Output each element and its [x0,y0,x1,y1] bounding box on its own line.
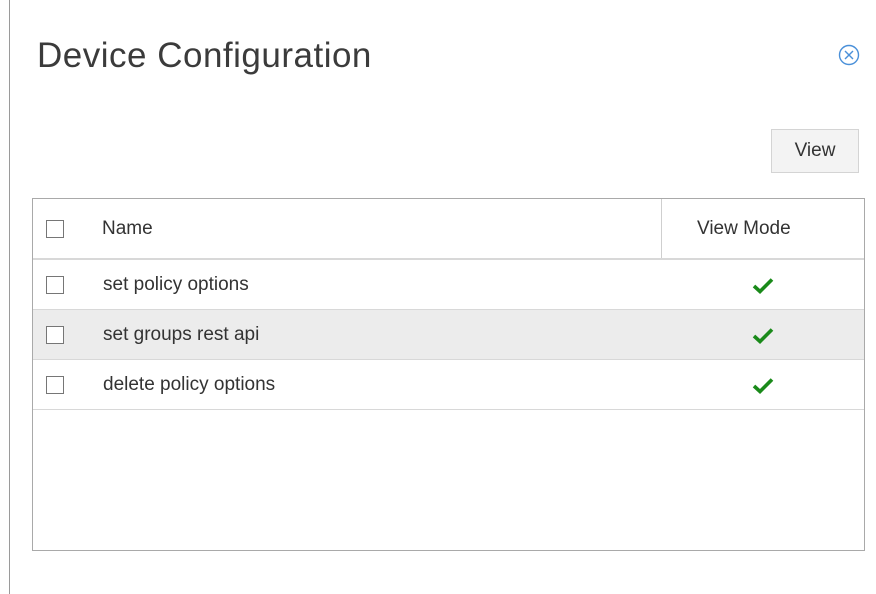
checkmark-icon [752,278,774,294]
dialog-left-border [9,0,10,594]
row-name: delete policy options [103,374,276,395]
config-table: Name View Mode set policy options set gr… [32,198,865,551]
table-row[interactable]: delete policy options [33,360,864,410]
table-header: Name View Mode [33,199,864,260]
column-separator[interactable] [661,199,662,258]
checkmark-icon [752,378,774,394]
row-name: set groups rest api [103,324,260,345]
close-icon[interactable] [838,44,860,66]
row-checkbox[interactable] [46,376,64,394]
column-header-view-mode[interactable]: View Mode [697,217,791,241]
table-row[interactable]: set policy options [33,260,864,310]
select-all-checkbox[interactable] [46,220,64,238]
view-button[interactable]: View [771,129,859,173]
row-name: set policy options [103,274,249,295]
checkmark-icon [752,328,774,344]
row-checkbox[interactable] [46,276,64,294]
dialog-title: Device Configuration [37,36,372,75]
column-header-name[interactable]: Name [102,217,153,241]
row-checkbox[interactable] [46,326,64,344]
table-row[interactable]: set groups rest api [33,310,864,360]
